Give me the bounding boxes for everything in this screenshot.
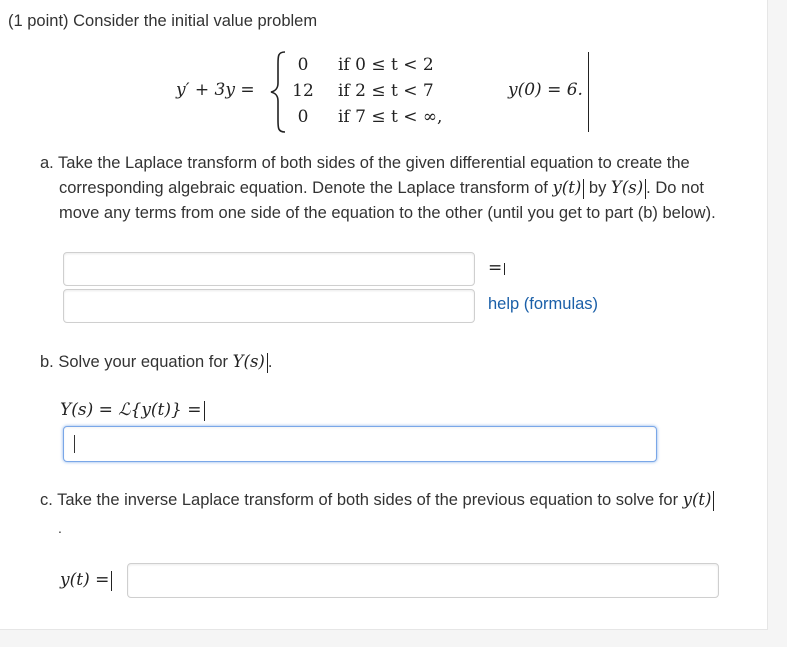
part-c-label: y(t) = xyxy=(60,570,113,591)
equals-sign: = xyxy=(488,258,506,278)
part-a-math-y: y(t) xyxy=(552,178,582,197)
part-a-line-3: move any terms from one side of the equa… xyxy=(59,204,716,222)
y-of-s-input[interactable] xyxy=(63,426,657,462)
problem-intro: Consider the initial value problem xyxy=(68,12,318,30)
laplace-lhs-input[interactable] xyxy=(63,252,475,286)
case-values: 0 12 0 xyxy=(289,52,317,130)
part-c-text: c. Take the inverse Laplace transform of… xyxy=(40,491,683,509)
part-c-math-y: y(t) xyxy=(682,490,712,509)
equation-lhs: y′ + 3y = xyxy=(176,80,255,100)
page-gutter-bottom xyxy=(0,630,768,647)
text-cursor xyxy=(504,262,506,275)
help-formulas-link[interactable]: help (formulas) xyxy=(488,295,598,314)
part-b-prompt: b. Solve your equation for Y(s). xyxy=(40,350,272,374)
points-label: (1 point) xyxy=(8,12,69,30)
part-a-line-2: corresponding algebraic equation. Denote… xyxy=(59,176,704,200)
part-c-dot: . xyxy=(58,520,62,536)
problem-header: (1 point) Consider the initial value pro… xyxy=(8,9,317,33)
case-conditions: if 0 ≤ t < 2 if 2 ≤ t < 7 if 7 ≤ t < ∞, xyxy=(338,52,442,130)
text-cursor xyxy=(74,435,75,453)
part-b-text: b. Solve your equation for xyxy=(40,353,233,371)
part-a-text-by: by xyxy=(584,179,611,197)
case-value-1: 0 xyxy=(297,55,309,75)
part-c-label-text: y(t) = xyxy=(60,570,110,590)
case-condition-2: if 2 ≤ t < 7 xyxy=(338,81,434,101)
initial-condition: y(0) = 6. xyxy=(508,80,583,100)
text-cursor xyxy=(713,490,715,511)
part-b-math-Y: Y(s) xyxy=(232,352,265,371)
left-brace-icon xyxy=(270,51,286,133)
part-b-label-text: Y(s) = ℒ{y(t)} = xyxy=(60,400,202,420)
text-cursor xyxy=(111,570,113,591)
text-cursor xyxy=(203,400,205,421)
equals-sign-text: = xyxy=(488,258,503,278)
laplace-rhs-input[interactable] xyxy=(63,289,475,323)
page-gutter-right xyxy=(768,0,787,647)
part-a-line-1: a. Take the Laplace transform of both si… xyxy=(40,154,690,172)
part-b-label: Y(s) = ℒ{y(t)} = xyxy=(60,400,205,421)
part-a-text-end: . Do not xyxy=(646,179,704,197)
case-condition-1: if 0 ≤ t < 2 xyxy=(338,55,434,75)
case-value-3: 0 xyxy=(297,107,309,127)
case-value-2: 12 xyxy=(292,81,314,101)
part-a-math-Y: Y(s) xyxy=(610,178,644,197)
part-a-text: corresponding algebraic equation. Denote… xyxy=(59,179,553,197)
case-condition-3: if 7 ≤ t < ∞, xyxy=(338,107,443,127)
part-c-prompt: c. Take the inverse Laplace transform of… xyxy=(40,488,715,512)
equation-cursor-bar xyxy=(588,52,589,132)
part-b-dot: . xyxy=(267,353,273,371)
y-of-t-input[interactable] xyxy=(127,563,719,598)
